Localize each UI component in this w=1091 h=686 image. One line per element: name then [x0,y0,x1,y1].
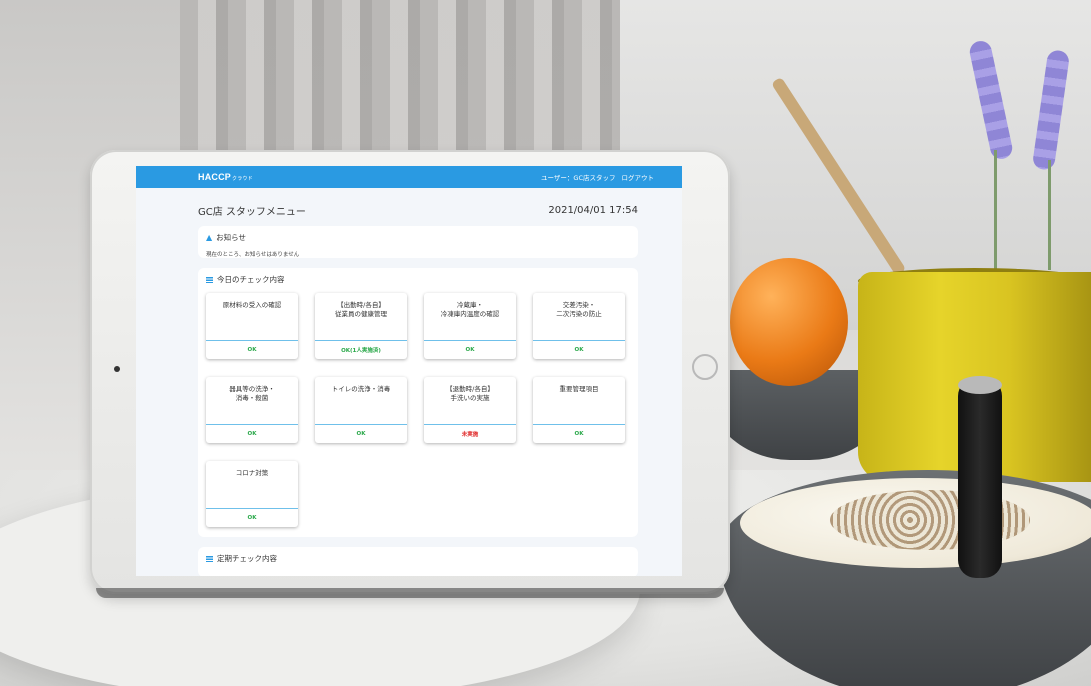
curtain [180,0,620,160]
current-datetime: 2021/04/01 17:54 [548,205,638,216]
today-checks-header: 今日のチェック内容 [206,274,630,285]
notice-heading: お知らせ [216,233,247,242]
app-header: HACCPクラウド ユーザー：GC店スタッフ ログアウト [136,166,682,188]
card-label: トイレの洗浄・消毒 [331,385,391,393]
check-card-grid: 原材料の受入の確認 OK 【出勤時/各自】 従業員の健康管理 OK(1人実施済)… [206,293,630,527]
check-card-handwashing[interactable]: 【退勤時/各自】 手洗いの実施 未実施 [424,377,516,443]
card-label: 交差汚染・ 二次汚染の防止 [556,301,602,318]
tablet-home-button[interactable] [692,354,718,380]
spoon [958,378,1002,578]
card-status: 未実施 [424,424,516,443]
list-icon [206,555,213,562]
card-status: OK [424,340,516,359]
notice-text: 現在のところ、お知らせはありません [206,252,300,258]
card-label: コロナ対策 [235,469,269,477]
check-card-cross-contamination[interactable]: 交差汚染・ 二次汚染の防止 OK [533,293,625,359]
user-label: ユーザー：GC店スタッフ [541,174,616,182]
app-logo[interactable]: HACCPクラウド [198,172,253,182]
card-label: 器具等の洗浄・ 消毒・殺菌 [229,385,275,402]
bell-icon: ▲ [206,233,213,242]
check-card-fridge-temp[interactable]: 冷蔵庫・ 冷凍庫内温度の確認 OK [424,293,516,359]
check-card-staff-health[interactable]: 【出勤時/各自】 従業員の健康管理 OK(1人実施済) [315,293,407,359]
tablet-edge [96,588,724,598]
card-status: OK [315,424,407,443]
list-icon [206,276,213,283]
tablet-screen: HACCPクラウド ユーザー：GC店スタッフ ログアウト GC店 スタッフメニュ… [136,166,682,576]
lavender-flowers [960,39,1071,270]
page-header: GC店 スタッフメニュー 2021/04/01 17:54 [198,203,638,218]
check-card-toilet-cleaning[interactable]: トイレの洗浄・消毒 OK [315,377,407,443]
today-checks-panel: 今日のチェック内容 原材料の受入の確認 OK 【出勤時/各自】 従業員の健康管理… [198,268,638,537]
card-label: 重要管理項目 [559,385,599,393]
check-card-ingredients[interactable]: 原材料の受入の確認 OK [206,293,298,359]
card-label: 原材料の受入の確認 [222,301,282,309]
card-status: OK [533,340,625,359]
check-card-covid-measures[interactable]: コロナ対策 OK [206,461,298,527]
notice-header: ▲ お知らせ [206,232,630,243]
check-card-equipment-cleaning[interactable]: 器具等の洗浄・ 消毒・殺菌 OK [206,377,298,443]
logout-link[interactable]: ログアウト [622,172,655,182]
notice-panel: ▲ お知らせ 現在のところ、お知らせはありません [198,226,638,258]
user-area: ユーザー：GC店スタッフ ログアウト [541,172,654,182]
main-content: GC店 スタッフメニュー 2021/04/01 17:54 ▲ お知らせ 現在の… [136,203,682,576]
logo-sub: クラウド [232,176,253,182]
card-status: OK [206,340,298,359]
card-status: OK [533,424,625,443]
periodic-checks-panel: 定期チェック内容 [198,547,638,576]
card-status: OK [206,424,298,443]
periodic-checks-header: 定期チェック内容 [206,553,630,564]
today-checks-heading: 今日のチェック内容 [217,275,285,284]
spoon-tip [958,376,1002,394]
card-label: 【退勤時/各自】 手洗いの実施 [446,385,494,402]
card-status: OK(1人実施済) [315,340,407,359]
periodic-checks-heading: 定期チェック内容 [217,554,277,563]
page-title: GC店 スタッフメニュー [198,207,306,218]
card-label: 冷蔵庫・ 冷凍庫内温度の確認 [440,301,500,318]
background-photo: HACCPクラウド ユーザー：GC店スタッフ ログアウト GC店 スタッフメニュ… [0,0,1091,686]
check-card-critical-control[interactable]: 重要管理項目 OK [533,377,625,443]
orange [730,258,848,386]
tablet-camera [114,366,120,372]
card-status: OK [206,508,298,527]
card-label: 【出勤時/各自】 従業員の健康管理 [335,301,387,318]
logo-main: HACCP [198,172,232,182]
